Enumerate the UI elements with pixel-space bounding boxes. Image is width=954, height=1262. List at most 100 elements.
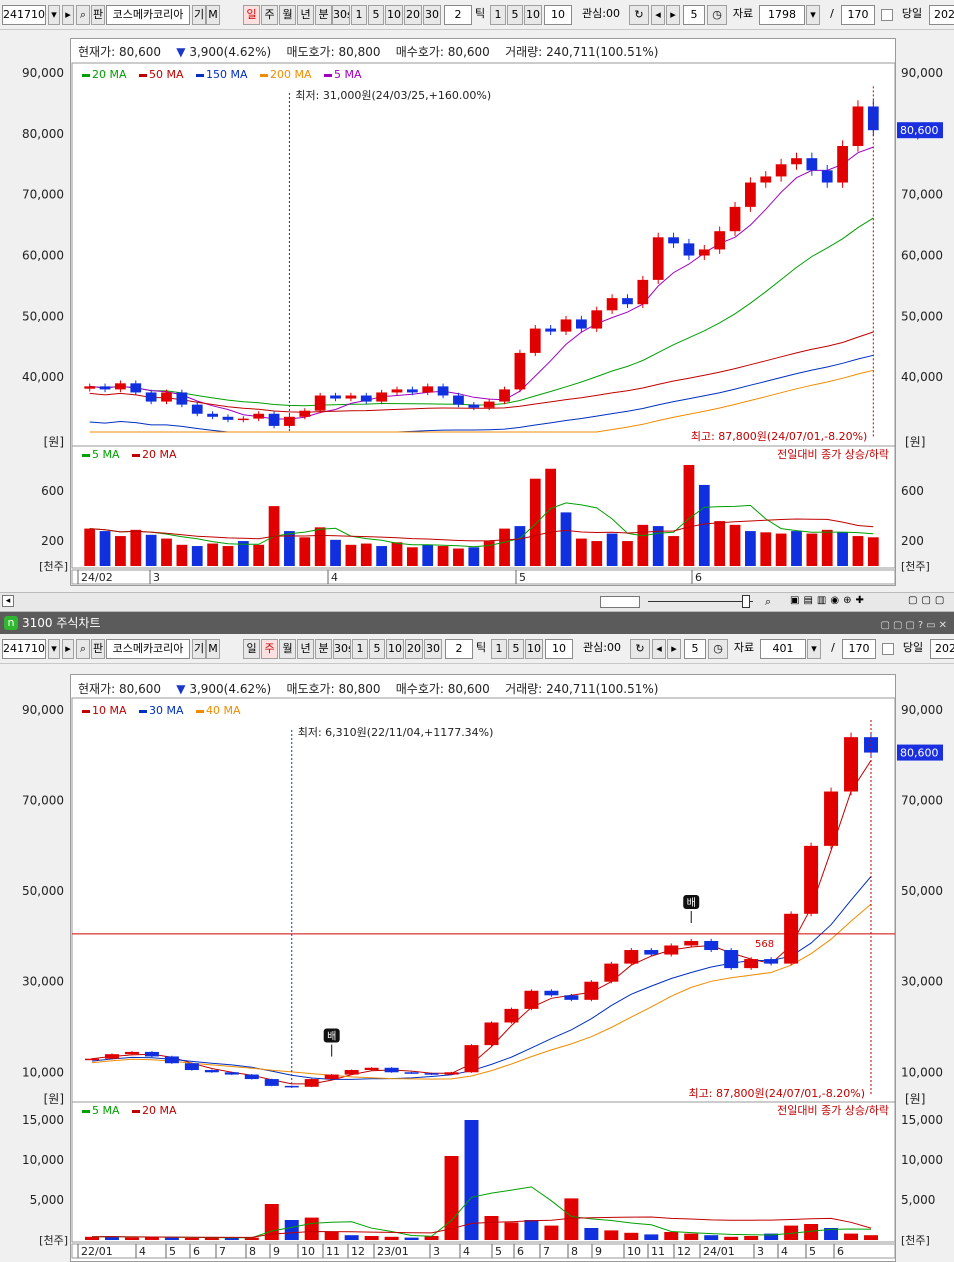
candle-body xyxy=(821,170,833,183)
candle-body xyxy=(104,1054,119,1059)
volume-tick-right: 15,000 xyxy=(901,1113,943,1127)
legend-10-MA: 10 MA xyxy=(92,704,127,717)
candle-body xyxy=(468,404,480,408)
x-tick-label: 6 xyxy=(695,571,702,584)
candle-body xyxy=(524,990,539,1009)
candle-body xyxy=(504,1008,519,1023)
candle-body xyxy=(624,950,639,964)
zoom-slider-handle[interactable] xyxy=(742,595,750,608)
low-note: 최저: 31,000원(24/03/25,+160.00%) xyxy=(295,89,491,102)
volume-unit-left: [천주] xyxy=(39,559,68,573)
y-tick-label-right: 50,000 xyxy=(901,884,943,898)
volume-bar xyxy=(606,533,618,566)
x-tick-label: 4 xyxy=(331,571,338,584)
price-panel xyxy=(71,62,896,447)
volume-tick-left: 5,000 xyxy=(30,1193,64,1207)
candle-body xyxy=(424,1073,439,1075)
candle-body xyxy=(84,386,96,389)
low-note: 최저: 6,310원(22/11/04,+1177.34%) xyxy=(298,726,494,739)
x-axis-strip xyxy=(71,569,896,585)
candle-body xyxy=(344,1070,359,1075)
candle-body xyxy=(844,737,859,792)
price-unit-right: [원] xyxy=(905,435,925,449)
candle-body xyxy=(268,413,280,426)
candle-body xyxy=(514,352,526,390)
candle-body xyxy=(444,1072,459,1075)
x-tick-label: 8 xyxy=(571,1245,578,1258)
candle-body xyxy=(637,279,649,305)
price-unit-left: [원] xyxy=(44,1092,64,1106)
candle-body xyxy=(204,1070,219,1073)
candle-body xyxy=(683,243,695,256)
volume-bar xyxy=(584,1228,599,1240)
candle-body xyxy=(145,392,157,402)
volume-note: 전일대비 종가 상승/하락 xyxy=(777,1103,889,1117)
y-tick-label-left: 70,000 xyxy=(22,188,64,202)
candle-body xyxy=(698,249,710,256)
legend-swatch xyxy=(82,74,90,77)
legend-50-MA: 50 MA xyxy=(149,68,184,81)
y-tick-label-left: 70,000 xyxy=(22,794,64,808)
volume-bar xyxy=(144,1237,159,1240)
volume-bar xyxy=(704,1235,719,1240)
price-unit-left: [원] xyxy=(44,435,64,449)
candle-body xyxy=(207,413,218,417)
volume-bar xyxy=(314,527,326,566)
y-tick-label-left: 50,000 xyxy=(22,309,64,323)
candle-body xyxy=(164,1056,179,1064)
volume-bar xyxy=(484,1216,499,1240)
daily-chart-pane: 241710▾▸⌕판코스메카코리아기M일주월년분30s151020302틱151… xyxy=(0,0,954,592)
legend-5-MA: 5 MA xyxy=(334,68,362,81)
volume-bar xyxy=(852,536,864,566)
volume-panel xyxy=(71,1101,896,1243)
candle-body xyxy=(806,158,818,171)
x-tick-label: 6 xyxy=(517,1245,524,1258)
candle-body xyxy=(804,845,819,914)
x-tick-label: 11 xyxy=(651,1245,665,1258)
volume-bar xyxy=(299,537,311,566)
down-triangle-icon: ▼ xyxy=(176,682,186,696)
volume-bar xyxy=(344,1235,359,1240)
y-tick-label-right: 70,000 xyxy=(901,188,943,202)
volume-bar xyxy=(99,531,111,566)
candle-body xyxy=(575,319,587,329)
volume-bar xyxy=(164,1237,179,1240)
volume-bar xyxy=(724,1236,739,1240)
window-icons[interactable]: ▢▢▢ xyxy=(908,595,948,606)
candle-body xyxy=(644,950,659,955)
high-note: 최고: 87,800원(24/07/01,-8.20%) xyxy=(691,430,867,443)
scroll-left-icon[interactable]: ◂ xyxy=(2,595,14,607)
candle-body xyxy=(824,791,839,846)
x-tick-label: 4 xyxy=(781,1245,788,1258)
candle-body xyxy=(304,1079,319,1087)
legend-150-MA: 150 MA xyxy=(206,68,248,81)
candle-body xyxy=(464,1045,479,1073)
candle-body xyxy=(499,389,510,402)
weekly-price-chart[interactable]: 90,000 90,000 70,000 70,000 50,000 50,000 30,0… xyxy=(0,634,954,1262)
volume-bar xyxy=(504,1222,519,1240)
magnifier-icon[interactable]: ⌕ xyxy=(765,595,771,609)
zoom-slider-track[interactable] xyxy=(648,601,753,602)
candle-body xyxy=(560,319,572,332)
volume-tick-left: 600 xyxy=(41,484,64,498)
candle-body xyxy=(99,386,111,390)
y-tick-label-left: 30,000 xyxy=(22,975,64,989)
volume-bar xyxy=(698,484,710,566)
daily-price-chart[interactable]: 90,00090,00080,00080,00070,00070,00060,0… xyxy=(0,0,954,592)
legend-20-MA: 20 MA xyxy=(92,68,127,81)
volume-bar xyxy=(207,543,218,566)
candle-body xyxy=(191,404,203,414)
volume-tick-left: 15,000 xyxy=(22,1113,64,1127)
tool-icons[interactable]: ▣▤▥◉⊕✚ xyxy=(790,595,868,606)
legend-30-MA: 30 MA xyxy=(149,704,184,717)
x-tick-label: 4 xyxy=(139,1245,146,1258)
zoom-box[interactable] xyxy=(600,596,640,608)
x-tick-label: 10 xyxy=(627,1245,641,1258)
volume-bar xyxy=(668,536,679,566)
volume-bar xyxy=(360,543,372,566)
x-tick-label: 3 xyxy=(757,1245,764,1258)
pane-scrollbar[interactable]: ◂ ⌕ ▣▤▥◉⊕✚ ▢▢▢ xyxy=(0,592,954,612)
x-tick-label: 3 xyxy=(433,1245,440,1258)
candle-body xyxy=(224,1072,239,1075)
volume-bar xyxy=(84,1236,99,1240)
